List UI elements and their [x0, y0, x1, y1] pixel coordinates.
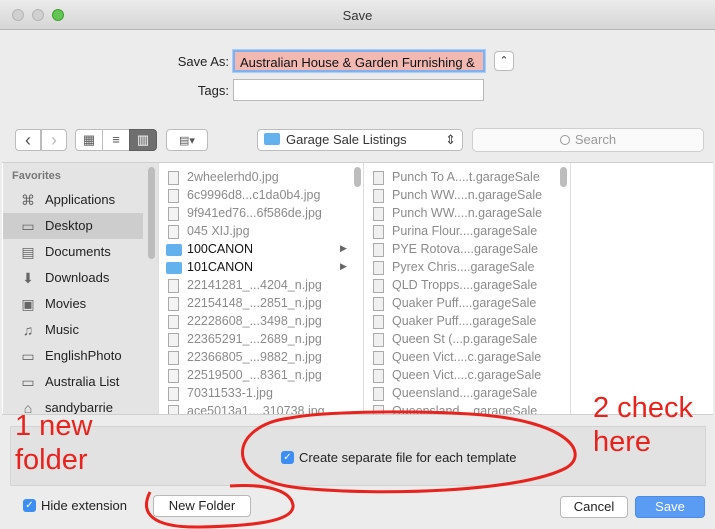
annotation-ellipse-checkbox — [241, 410, 577, 494]
annotation-scribbles — [145, 410, 577, 529]
annotation-ellipse-new-folder — [145, 484, 295, 529]
